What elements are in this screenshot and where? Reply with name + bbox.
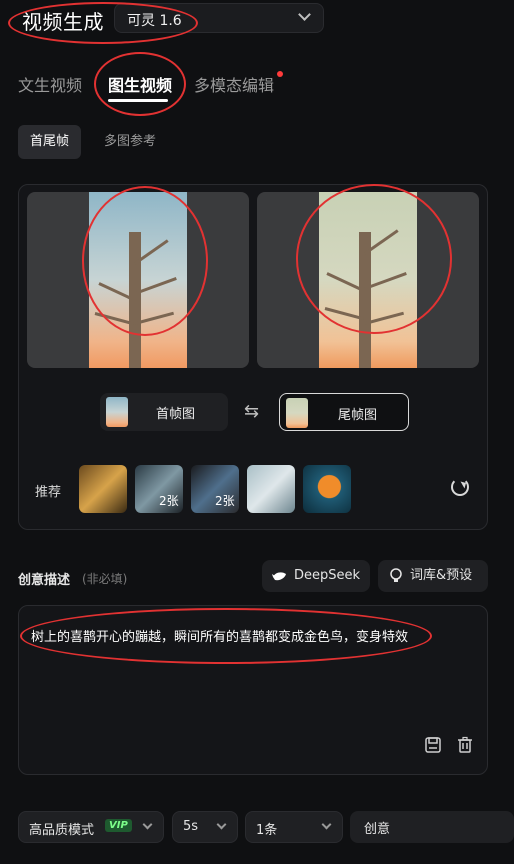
tab-multimodal-edit[interactable]: 多模态编辑 [194,72,274,96]
last-frame-label: 尾帧图 [338,408,378,423]
duration-select[interactable]: 5s [172,811,238,843]
recommend-item[interactable] [303,465,351,513]
recommend-item[interactable]: 2张 [191,465,239,513]
tab-image-to-video[interactable]: 图生视频 [108,72,172,96]
page-title: 视频生成 [22,10,104,34]
description-textarea[interactable]: 树上的喜鹊开心的蹦越，瞬间所有的喜鹊都变成金色鸟，变身特效 [18,605,488,775]
last-frame-preview[interactable] [257,192,479,368]
recommend-item[interactable] [247,465,295,513]
refresh-icon[interactable] [451,478,469,496]
deepseek-button[interactable]: DeepSeek [262,560,370,592]
count-value: 1条 [256,823,278,838]
first-frame-button[interactable]: 首帧图 [100,393,228,431]
subtab-multi-image-reference[interactable]: 多图参考 [92,125,168,159]
chevron-down-icon [298,8,311,21]
last-frame-thumb [286,398,308,428]
recommend-label: 推荐 [35,485,62,500]
chevron-down-icon [216,819,227,830]
save-icon[interactable] [424,736,442,754]
create-label: 创意 [364,822,391,837]
description-optional-note: (非必填) [82,572,128,586]
description-label: 创意描述 [18,573,71,588]
first-frame-label: 首帧图 [156,407,196,422]
recommend-item[interactable]: 2张 [135,465,183,513]
tab-text-to-video[interactable]: 文生视频 [18,72,82,96]
new-dot-indicator [277,71,283,77]
recommend-item[interactable] [79,465,127,513]
create-button[interactable]: 创意 [350,811,514,843]
whale-icon [272,572,286,581]
chevron-down-icon [321,819,332,830]
library-preset-label: 词库&预设 [410,568,473,583]
duration-value: 5s [183,819,199,834]
bulb-icon [390,568,402,582]
first-frame-preview[interactable] [27,192,249,368]
subtab-first-last-frame[interactable]: 首尾帧 [18,125,82,159]
library-preset-button[interactable]: 词库&预设 [378,560,488,592]
model-select[interactable]: 可灵 1.6 [114,3,324,33]
vip-badge: VIP [105,819,132,832]
swap-icon[interactable]: ⇆ [244,401,259,422]
description-text: 树上的喜鹊开心的蹦越，瞬间所有的喜鹊都变成金色鸟，变身特效 [31,630,409,645]
first-frame-thumb [106,397,128,427]
deepseek-label: DeepSeek [294,568,361,583]
chevron-down-icon [142,819,153,830]
quality-mode-value: 高品质模式 [29,823,95,838]
last-frame-button[interactable]: 尾帧图 [279,393,409,431]
count-select[interactable]: 1条 [245,811,343,843]
quality-mode-select[interactable]: 高品质模式 VIP [18,811,164,843]
last-frame-image [319,192,417,368]
model-select-value: 可灵 1.6 [127,13,182,29]
active-tab-indicator [108,99,168,102]
trash-icon[interactable] [456,736,474,754]
first-frame-image [89,192,187,368]
